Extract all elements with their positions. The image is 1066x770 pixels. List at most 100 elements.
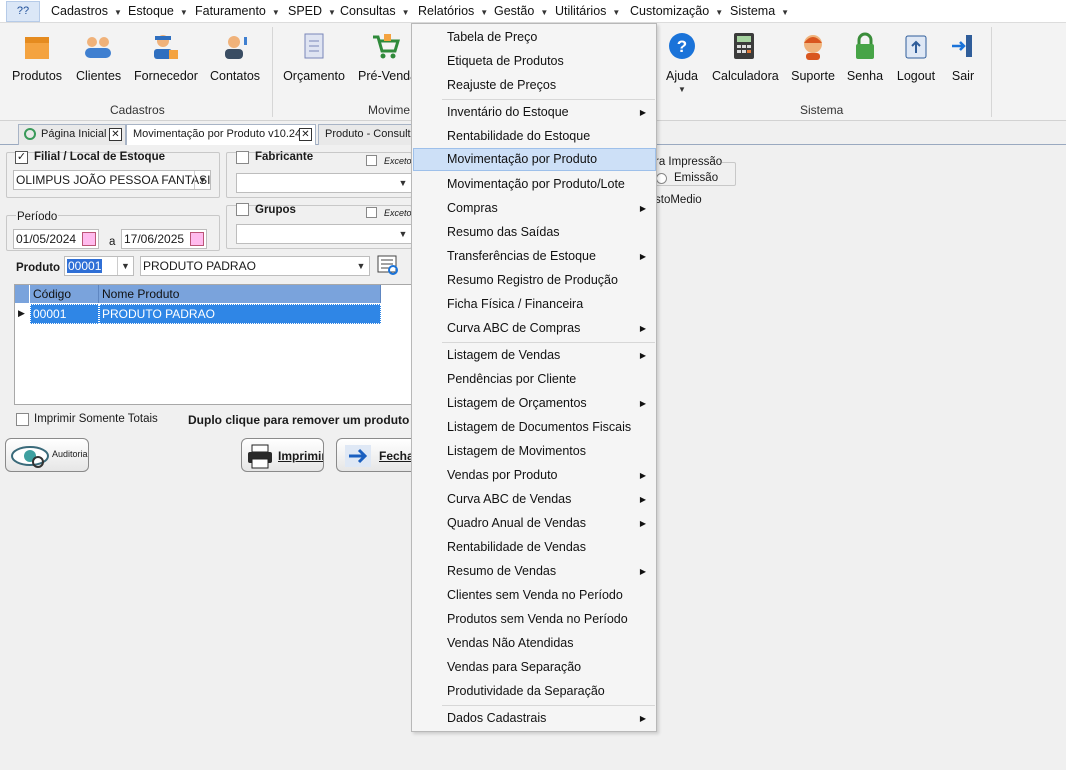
menu-sistema[interactable]: Sistema ▼ (730, 4, 789, 18)
orcamento-button[interactable]: Orçamento (283, 31, 345, 83)
menu-item-tabela-preco[interactable]: Tabela de Preço (413, 26, 656, 49)
menu-item-dados-cadastrais[interactable]: Dados Cadastrais ▶ (413, 707, 656, 730)
chevron-down-icon[interactable]: ▼ (117, 257, 133, 275)
senha-button[interactable]: Senha (846, 31, 884, 83)
menu-item-listagem-orcamentos[interactable]: Listagem de Orçamentos ▶ (413, 392, 656, 415)
grupos-checkbox[interactable] (236, 203, 249, 216)
product-grid[interactable]: Código Nome Produto ▶ 00001 PRODUTO PADR… (14, 284, 412, 405)
menu-item-compras[interactable]: Compras ▶ (413, 197, 656, 220)
menu-relatorios[interactable]: Relatórios ▼ (418, 4, 488, 18)
tab-movimentacao[interactable]: Movimentação por Produto v10.24 ✕ (126, 124, 316, 145)
close-icon[interactable]: ✕ (299, 128, 312, 141)
support-icon (798, 31, 828, 61)
chevron-right-icon: ▶ (639, 567, 646, 576)
prevenda-button[interactable]: Pré-Venda (358, 31, 417, 83)
grupos-select[interactable]: ▼ (236, 224, 412, 244)
menu-item-rentabilidade-vendas[interactable]: Rentabilidade de Vendas (413, 536, 656, 559)
menu-item-movimentacao-produto[interactable]: Movimentação por Produto (413, 148, 656, 171)
menu-item-reajuste-precos[interactable]: Reajuste de Preços (413, 74, 656, 97)
menu-faturamento[interactable]: Faturamento ▼ (195, 4, 280, 18)
menu-item-transferencias-estoque[interactable]: Transferências de Estoque ▶ (413, 245, 656, 268)
chevron-right-icon: ▶ (639, 471, 646, 480)
menu-item-etiqueta-produtos[interactable]: Etiqueta de Produtos (413, 50, 656, 73)
menu-sped[interactable]: SPED ▼ (288, 4, 336, 18)
document-icon (299, 31, 329, 61)
menu-item-curva-abc-compras[interactable]: Curva ABC de Compras ▶ (413, 317, 656, 340)
logout-button[interactable]: Logout (894, 31, 938, 83)
filial-select[interactable]: OLIMPUS JOÃO PESSOA FANTASIA ▼ (13, 170, 211, 190)
emissao-radio[interactable] (656, 173, 667, 184)
help-icon: ? (667, 31, 697, 61)
box-icon (22, 31, 52, 61)
contatos-button[interactable]: Contatos (210, 31, 260, 83)
calendar-icon[interactable] (82, 232, 96, 246)
menu-item-resumo-registro-producao[interactable]: Resumo Registro de Produção (413, 269, 656, 292)
filial-checkbox[interactable]: ✓ (15, 151, 28, 164)
calculadora-button[interactable]: Calculadora (712, 31, 779, 83)
ribbon-separator (272, 27, 273, 117)
grid-header-nome[interactable]: Nome Produto (99, 285, 381, 303)
table-row-codigo[interactable]: 00001 (30, 304, 99, 324)
menu-item-pendencias-cliente[interactable]: Pendências por Cliente (413, 368, 656, 391)
menu-item-listagem-vendas[interactable]: Listagem de Vendas ▶ (413, 344, 656, 367)
clientes-button[interactable]: Clientes (76, 31, 121, 83)
app-menu-button[interactable]: ?? (6, 1, 40, 22)
menu-customizacao[interactable]: Customização ▼ (630, 4, 723, 18)
date-from-input[interactable]: 01/05/2024 (13, 229, 99, 249)
sair-button[interactable]: Sair (948, 31, 978, 83)
fechar-button[interactable]: Fechar (336, 438, 412, 472)
menu-item-vendas-produto[interactable]: Vendas por Produto ▶ (413, 464, 656, 487)
ajuda-button[interactable]: ? Ajuda ▼ (662, 31, 702, 94)
imprimir-button[interactable]: Imprimir (241, 438, 324, 472)
chevron-down-icon[interactable]: ▼ (194, 171, 210, 189)
produtos-button[interactable]: Produtos (12, 31, 62, 83)
chevron-down-icon[interactable]: ▼ (395, 174, 411, 192)
produto-name-select[interactable]: PRODUTO PADRAO ▼ (140, 256, 370, 276)
menu-item-resumo-vendas[interactable]: Resumo de Vendas ▶ (413, 560, 656, 583)
auditoria-button[interactable]: Auditoria (5, 438, 89, 472)
chevron-right-icon: ▶ (639, 714, 646, 723)
imprimir-totais-checkbox[interactable] (16, 413, 29, 426)
suporte-button[interactable]: Suporte (790, 31, 836, 83)
fabricante-select[interactable]: ▼ (236, 173, 412, 193)
menu-item-inventario-estoque[interactable]: Inventário do Estoque ▶ (413, 101, 656, 124)
tab-produto-consulta[interactable]: Produto - Consult (318, 124, 414, 145)
grid-header-codigo[interactable]: Código (30, 285, 99, 303)
calendar-icon[interactable] (190, 232, 204, 246)
chevron-down-icon: ▼ (179, 8, 188, 17)
menu-item-quadro-anual-vendas[interactable]: Quadro Anual de Vendas ▶ (413, 512, 656, 535)
fornecedor-button[interactable]: Fornecedor (134, 31, 198, 83)
grupos-exceto-checkbox[interactable] (366, 207, 377, 218)
table-row-nome[interactable]: PRODUTO PADRAO (99, 304, 381, 324)
ribbon-group-cadastros: Cadastros (110, 103, 165, 117)
search-product-icon[interactable] (377, 255, 401, 277)
eye-icon (11, 446, 49, 468)
chevron-right-icon: ▶ (639, 204, 646, 213)
tab-pagina-inicial[interactable]: Página Inicial ✕ (18, 124, 126, 145)
users-icon (83, 31, 113, 61)
menu-cadastros[interactable]: Cadastros ▼ (51, 4, 122, 18)
fabricante-checkbox[interactable] (236, 151, 249, 164)
menu-item-rentabilidade-estoque[interactable]: Rentabilidade do Estoque (413, 125, 656, 148)
menu-item-listagem-documentos-fiscais[interactable]: Listagem de Documentos Fiscais (413, 416, 656, 439)
produto-code-input[interactable]: 00001 ▼ (64, 256, 134, 276)
menu-consultas[interactable]: Consultas ▼ (340, 4, 410, 18)
menu-item-clientes-sem-venda[interactable]: Clientes sem Venda no Período (413, 584, 656, 607)
menu-item-produtos-sem-venda[interactable]: Produtos sem Venda no Período (413, 608, 656, 631)
menu-item-movimentacao-produto-lote[interactable]: Movimentação por Produto/Lote (413, 173, 656, 196)
chevron-down-icon[interactable]: ▼ (395, 225, 411, 243)
menu-item-curva-abc-vendas[interactable]: Curva ABC de Vendas ▶ (413, 488, 656, 511)
menu-item-produtividade-separacao[interactable]: Produtividade da Separação (413, 680, 656, 703)
menu-item-resumo-saidas[interactable]: Resumo das Saídas (413, 221, 656, 244)
menu-item-ficha-fisica[interactable]: Ficha Física / Financeira (413, 293, 656, 316)
menu-item-listagem-movimentos[interactable]: Listagem de Movimentos (413, 440, 656, 463)
menu-utilitarios[interactable]: Utilitários ▼ (555, 4, 620, 18)
fabricante-exceto-checkbox[interactable] (366, 155, 377, 166)
date-to-input[interactable]: 17/06/2025 (121, 229, 207, 249)
menu-estoque[interactable]: Estoque ▼ (128, 4, 188, 18)
close-icon[interactable]: ✕ (109, 128, 122, 141)
menu-gestao[interactable]: Gestão ▼ (494, 4, 548, 18)
menu-item-vendas-nao-atendidas[interactable]: Vendas Não Atendidas (413, 632, 656, 655)
menu-item-vendas-separacao[interactable]: Vendas para Separação (413, 656, 656, 679)
chevron-down-icon[interactable]: ▼ (353, 257, 369, 275)
